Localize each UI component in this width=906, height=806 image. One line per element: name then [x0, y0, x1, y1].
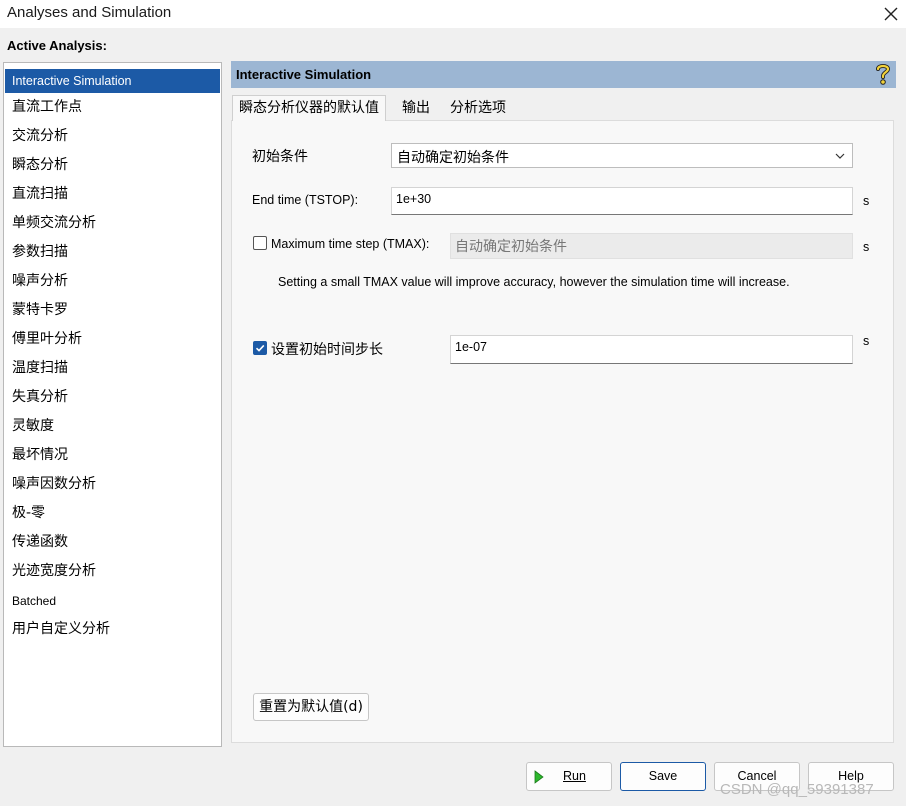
initial-step-unit: s [863, 334, 870, 348]
end-time-input[interactable]: 1e+30 [391, 187, 853, 215]
sidebar-item-distortion[interactable]: 失真分析 [5, 385, 220, 409]
sidebar-item-temp-sweep[interactable]: 温度扫描 [5, 356, 220, 380]
sidebar-item-param-sweep[interactable]: 参数扫描 [5, 240, 220, 264]
close-icon [884, 7, 898, 21]
sidebar-item-label: 参数扫描 [12, 244, 68, 260]
panel-title: Interactive Simulation [236, 67, 372, 82]
sidebar-item-interactive-simulation[interactable]: Interactive Simulation [5, 69, 220, 93]
question-mark-icon [876, 64, 891, 85]
sidebar-item-worst-case[interactable]: 最坏情况 [5, 443, 220, 467]
checkmark-icon [255, 344, 265, 352]
sidebar-item-label: 瞬态分析 [12, 157, 68, 173]
initial-conditions-label: 初始条件 [252, 149, 308, 165]
reset-defaults-button[interactable]: 重置为默认值(d) [253, 693, 369, 721]
sidebar-item-single-freq-ac[interactable]: 单频交流分析 [5, 211, 220, 235]
sidebar-item-label: 噪声分析 [12, 273, 68, 289]
run-button[interactable]: Run [526, 762, 612, 791]
window-title: Analyses and Simulation [7, 4, 172, 21]
sidebar-item-label: 直流工作点 [12, 99, 82, 115]
sidebar-item-label: 单频交流分析 [12, 215, 96, 231]
end-time-value: 1e+30 [396, 192, 432, 206]
max-time-step-input: 自动确定初始条件 [450, 233, 853, 259]
sidebar-item-label: 灵敏度 [12, 418, 54, 434]
sidebar-item-transient[interactable]: 瞬态分析 [5, 153, 220, 177]
tmax-note: Setting a small TMAX value will improve … [278, 275, 790, 289]
sidebar-item-label: 噪声因数分析 [12, 476, 96, 492]
close-button[interactable] [876, 0, 906, 28]
initial-step-label: 设置初始时间步长 [271, 342, 383, 358]
initial-conditions-select[interactable]: 自动确定初始条件 [391, 143, 853, 168]
help-question-icon[interactable] [874, 63, 892, 85]
watermark: CSDN @qq_59391387 [720, 781, 874, 798]
sidebar-item-trace-width[interactable]: 光迹宽度分析 [5, 559, 220, 583]
sidebar-item-monte-carlo[interactable]: 蒙特卡罗 [5, 298, 220, 322]
sidebar-item-label: 光迹宽度分析 [12, 563, 96, 579]
end-time-label: End time (TSTOP): [252, 193, 359, 207]
max-time-step-checkbox[interactable] [253, 236, 267, 250]
max-time-step-label: Maximum time step (TMAX): [271, 237, 430, 251]
sidebar-item-dc-op[interactable]: 直流工作点 [5, 95, 220, 119]
sidebar-item-batched[interactable]: Batched [5, 589, 220, 613]
max-time-step-unit: s [863, 240, 870, 254]
tab-transient-defaults[interactable]: 瞬态分析仪器的默认值 [232, 95, 386, 121]
initial-step-value: 1e-07 [455, 340, 487, 354]
initial-conditions-value: 自动确定初始条件 [397, 150, 509, 166]
selection-notch-icon [212, 71, 220, 91]
analysis-list[interactable]: Interactive Simulation 直流工作点 交流分析 瞬态分析 直… [3, 62, 222, 747]
sidebar-item-fourier[interactable]: 傅里叶分析 [5, 327, 220, 351]
sidebar-item-label: 交流分析 [12, 128, 68, 144]
chevron-down-icon [835, 153, 845, 159]
sidebar-item-label: 用户自定义分析 [12, 621, 110, 637]
sidebar-item-label: 失真分析 [12, 389, 68, 405]
run-label: Run [563, 769, 586, 783]
play-icon [534, 770, 544, 784]
sidebar-item-label: Batched [12, 594, 57, 608]
sidebar-item-label: 傅里叶分析 [12, 331, 82, 347]
initial-step-input[interactable]: 1e-07 [450, 335, 853, 364]
sidebar-item-user-defined[interactable]: 用户自定义分析 [5, 617, 220, 641]
sidebar-item-label: 传递函数 [12, 534, 68, 550]
sidebar-item-transfer-function[interactable]: 传递函数 [5, 530, 220, 554]
end-time-unit: s [863, 194, 870, 208]
sidebar-item-noise-figure[interactable]: 噪声因数分析 [5, 472, 220, 496]
sidebar-item-noise[interactable]: 噪声分析 [5, 269, 220, 293]
initial-step-checkbox[interactable] [253, 341, 267, 355]
sidebar-item-label: 直流扫描 [12, 186, 68, 202]
save-button[interactable]: Save [620, 762, 706, 791]
active-analysis-label: Active Analysis: [7, 38, 107, 53]
sidebar-item-sensitivity[interactable]: 灵敏度 [5, 414, 220, 438]
sidebar-item-label: 最坏情况 [12, 447, 68, 463]
tab-analysis-options[interactable]: 分析选项 [444, 96, 512, 120]
tab-output[interactable]: 输出 [396, 96, 436, 120]
sidebar-item-ac[interactable]: 交流分析 [5, 124, 220, 148]
sidebar-item-dc-sweep[interactable]: 直流扫描 [5, 182, 220, 206]
sidebar-item-pole-zero[interactable]: 极-零 [5, 501, 220, 525]
sidebar-item-label: Interactive Simulation [12, 74, 132, 88]
sidebar-item-label: 极-零 [12, 505, 46, 521]
max-time-step-value: 自动确定初始条件 [455, 239, 567, 255]
sidebar-item-label: 蒙特卡罗 [12, 302, 68, 318]
sidebar-item-label: 温度扫描 [12, 360, 68, 376]
